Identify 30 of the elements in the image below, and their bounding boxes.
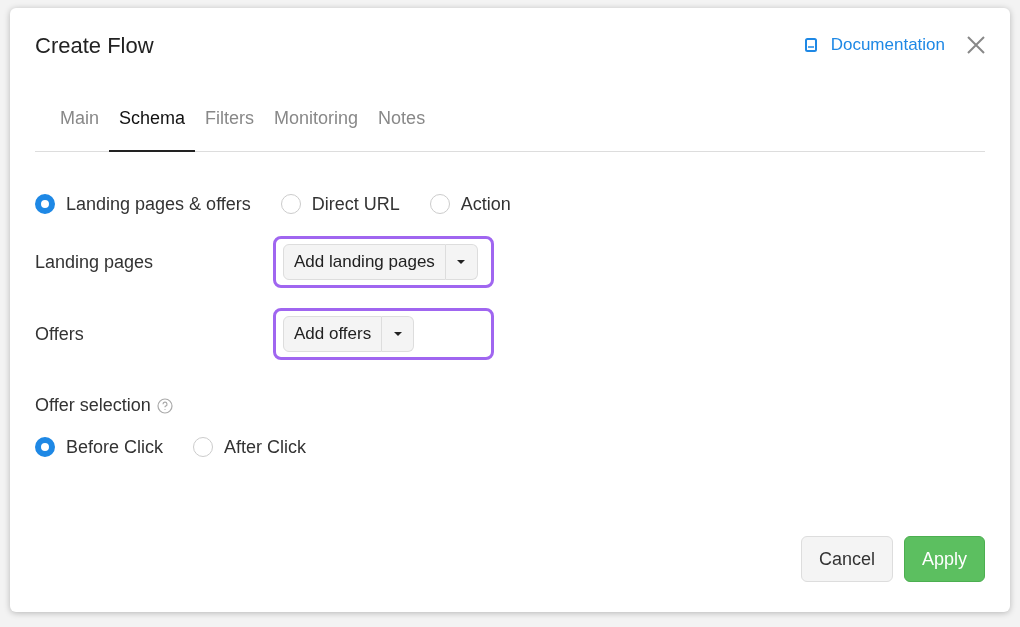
tab[interactable]: Filters bbox=[195, 105, 265, 152]
field-label: Landing pages bbox=[35, 250, 155, 274]
tab[interactable]: Schema bbox=[109, 105, 196, 152]
radio-button[interactable] bbox=[193, 437, 214, 457]
cancel-button[interactable]: Cancel bbox=[800, 536, 893, 582]
tab[interactable]: Notes bbox=[368, 105, 436, 152]
dropdown-toggle[interactable] bbox=[445, 244, 478, 280]
radio-button[interactable] bbox=[35, 194, 55, 214]
add-button[interactable]: Add offers bbox=[283, 316, 383, 352]
dropdown-toggle[interactable] bbox=[382, 316, 415, 352]
tab[interactable]: Main bbox=[50, 105, 109, 152]
radio-option[interactable]: After Click bbox=[193, 433, 307, 461]
close-icon[interactable] bbox=[967, 36, 985, 54]
field-label: Offer selection bbox=[35, 394, 151, 417]
add-button[interactable]: Add landing pages bbox=[283, 244, 446, 280]
book-icon bbox=[804, 38, 817, 52]
radio-option[interactable]: Landing pages & offers bbox=[35, 190, 251, 218]
radio-option[interactable]: Before Click bbox=[35, 433, 164, 461]
dialog-title: Create Flow bbox=[35, 31, 154, 60]
radio-option[interactable]: Direct URL bbox=[280, 190, 400, 218]
help-icon[interactable] bbox=[156, 397, 173, 414]
caret-icon bbox=[457, 260, 466, 264]
radio-option[interactable]: Action bbox=[429, 190, 511, 218]
radio-button[interactable] bbox=[429, 194, 450, 214]
documentation-link[interactable]: Documentation bbox=[804, 32, 945, 58]
radio-button[interactable] bbox=[35, 437, 55, 457]
caret-icon bbox=[393, 332, 402, 336]
radio-button[interactable] bbox=[280, 194, 301, 214]
field-label: Offers bbox=[35, 322, 85, 346]
tab[interactable]: Monitoring bbox=[264, 105, 369, 152]
